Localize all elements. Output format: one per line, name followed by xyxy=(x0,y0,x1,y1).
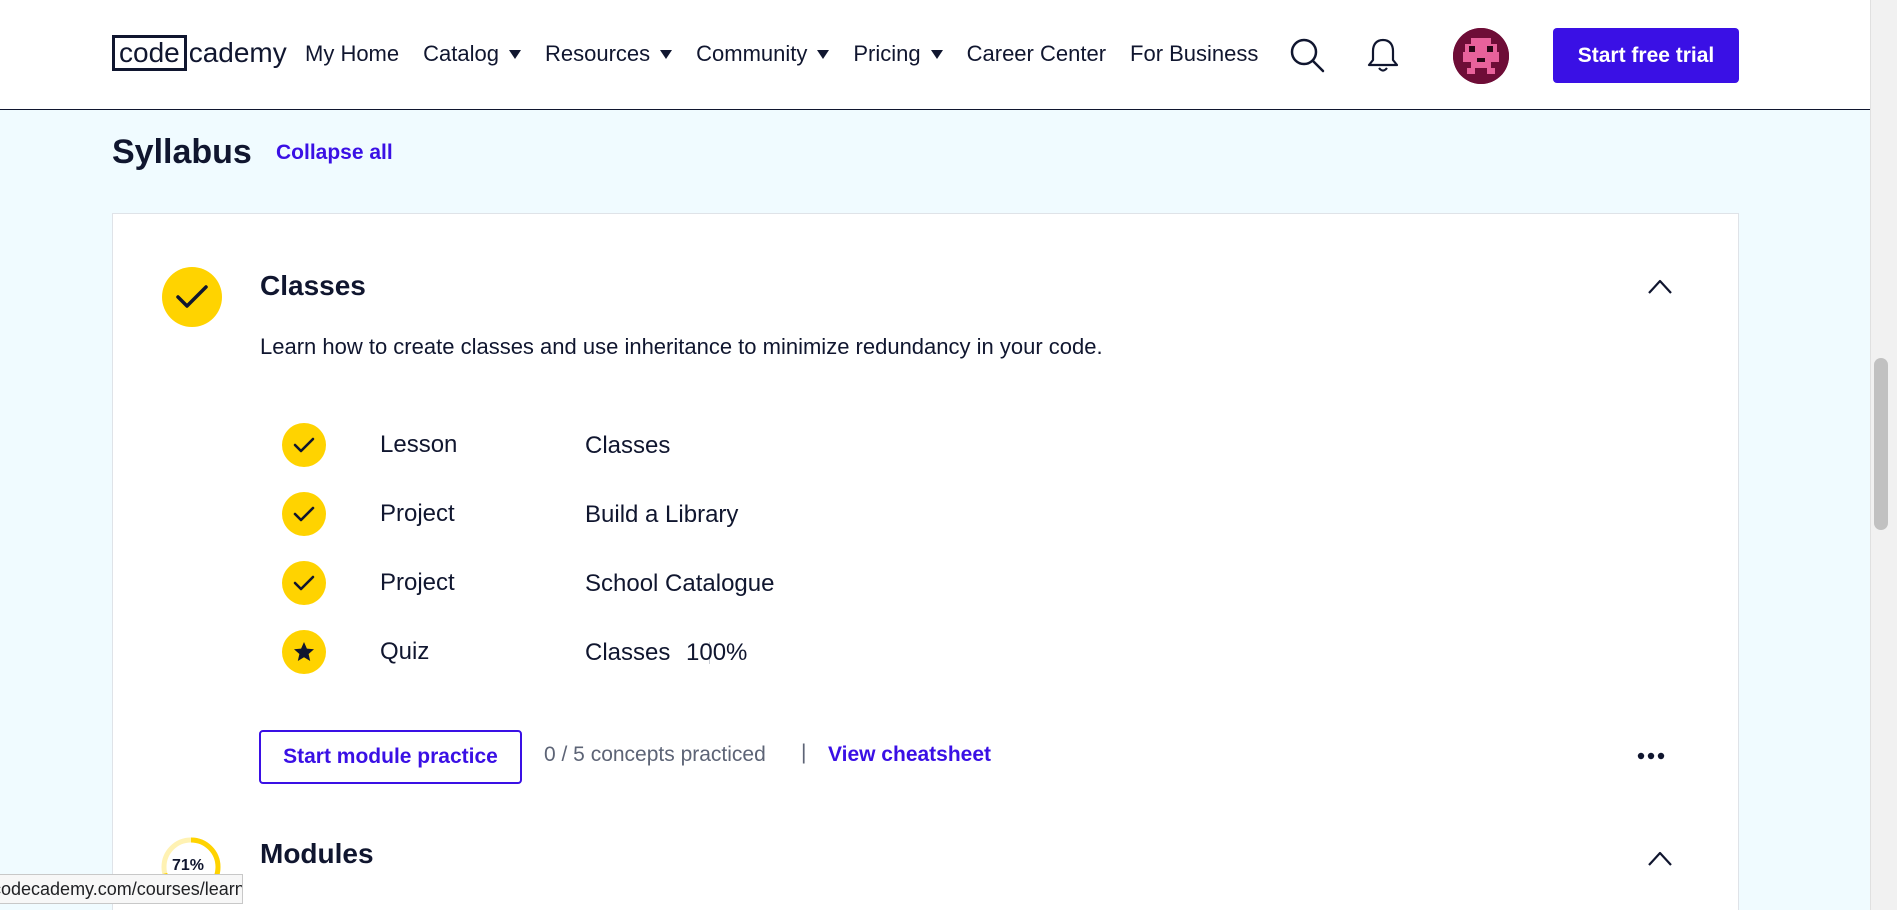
checkmark-icon xyxy=(293,437,315,453)
chevron-up-icon[interactable] xyxy=(1646,848,1674,868)
item-name[interactable]: Classes xyxy=(585,639,670,667)
view-cheatsheet-link[interactable]: View cheatsheet xyxy=(828,743,991,767)
start-free-trial-button[interactable]: Start free trial xyxy=(1553,28,1739,83)
module-title: Modules xyxy=(260,838,374,869)
item-type: Project xyxy=(380,569,455,596)
checkmark-icon xyxy=(293,506,315,522)
nav-item-label: For Business xyxy=(1130,41,1259,66)
status-url: codecademy.com/courses/learn xyxy=(0,879,243,899)
nav-item-my-home[interactable]: My Home xyxy=(305,41,399,67)
syllabus-item-lesson[interactable]: Lesson Classes xyxy=(282,423,1182,467)
syllabus-title: Syllabus xyxy=(112,133,252,171)
caret-down-icon xyxy=(508,49,521,59)
star-icon xyxy=(294,642,314,661)
quiz-score: 100% xyxy=(686,639,748,666)
nav-item-label: Resources xyxy=(544,41,651,66)
nav-item-career-center[interactable]: Career Center xyxy=(967,41,1106,67)
item-name[interactable]: School Catalogue xyxy=(585,570,774,598)
item-star-badge xyxy=(282,630,326,674)
search-icon[interactable] xyxy=(1288,36,1326,74)
module-complete-badge xyxy=(162,267,222,327)
item-complete-badge xyxy=(282,423,326,467)
avatar-pixel-icon xyxy=(1453,28,1509,84)
nav-item-label: Pricing xyxy=(853,41,921,66)
collapse-all-link[interactable]: Collapse all xyxy=(276,141,393,165)
codecademy-logo[interactable]: code cademy xyxy=(112,34,287,72)
module-title: Classes xyxy=(260,270,366,301)
chevron-up-icon[interactable] xyxy=(1646,276,1674,296)
nav-item-catalog[interactable]: Catalog xyxy=(423,41,521,67)
item-type: Lesson xyxy=(380,431,458,458)
item-type: Quiz xyxy=(380,638,430,665)
module-description: Learn how to create classes and use inhe… xyxy=(260,334,1103,359)
nav-item-label: Catalog xyxy=(423,41,499,66)
syllabus-item-project[interactable]: Project Build a Library xyxy=(282,492,1182,536)
top-nav: code cademy My Home Catalog Resources Co… xyxy=(0,0,1870,110)
more-options-icon[interactable] xyxy=(1636,746,1666,766)
page: code cademy My Home Catalog Resources Co… xyxy=(0,0,1897,910)
item-name[interactable]: Classes xyxy=(585,432,670,460)
bell-icon[interactable] xyxy=(1366,36,1400,74)
start-module-practice-button[interactable]: Start module practice xyxy=(259,730,522,784)
item-complete-badge xyxy=(282,492,326,536)
item-complete-badge xyxy=(282,561,326,605)
syllabus-item-quiz[interactable]: Quiz Classes 100% xyxy=(282,630,1182,674)
caret-down-icon xyxy=(660,49,673,59)
item-type: Project xyxy=(380,500,455,527)
checkmark-icon xyxy=(176,285,208,308)
nav-item-label: My Home xyxy=(305,41,400,66)
concepts-practiced-text: 0 / 5 concepts practiced xyxy=(544,743,766,766)
item-name[interactable]: Build a Library xyxy=(585,501,738,529)
nav-item-label: Career Center xyxy=(966,41,1107,66)
logo-rest-text: cademy xyxy=(188,37,287,68)
nav-item-resources[interactable]: Resources xyxy=(544,41,673,67)
divider: | xyxy=(801,741,807,764)
caret-down-icon xyxy=(930,49,943,59)
nav-item-for-business[interactable]: For Business xyxy=(1130,41,1258,67)
avatar[interactable] xyxy=(1453,28,1509,84)
checkmark-icon xyxy=(293,575,315,591)
logo-box-text: code xyxy=(112,35,187,71)
caret-down-icon xyxy=(817,49,830,59)
nav-item-label: Community xyxy=(696,41,808,66)
browser-status-bar: codecademy.com/courses/learn xyxy=(0,874,243,904)
nav-item-community[interactable]: Community xyxy=(696,41,830,67)
nav-links: My Home Catalog Resources Community Pric… xyxy=(305,36,1282,72)
nav-item-pricing[interactable]: Pricing xyxy=(853,41,943,67)
scrollbar-thumb[interactable] xyxy=(1874,358,1888,530)
syllabus-item-project[interactable]: Project School Catalogue xyxy=(282,561,1182,605)
module-progress-label: 71% xyxy=(172,857,205,874)
